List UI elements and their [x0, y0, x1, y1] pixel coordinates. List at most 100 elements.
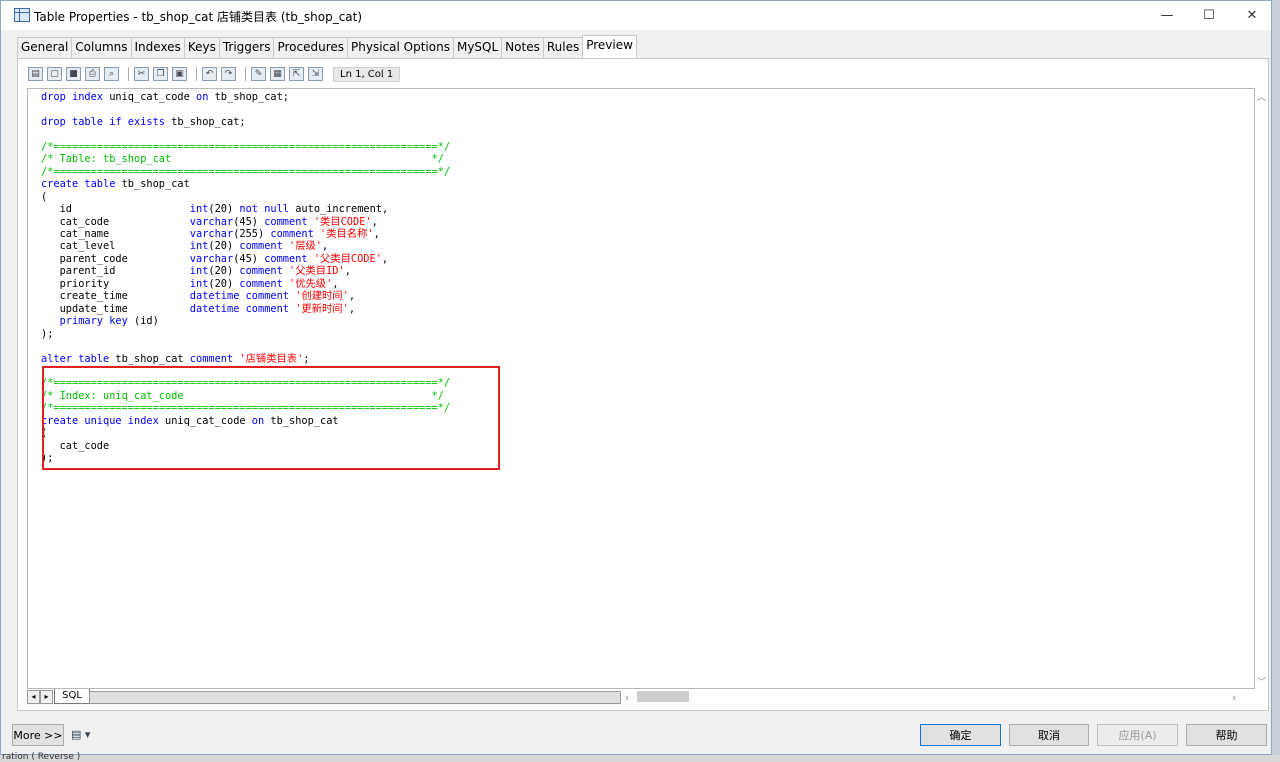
code-line: /* Table: tb_shop_cat */ [41, 153, 444, 165]
horizontal-scroll-thumb[interactable] [637, 691, 689, 702]
window-title: Table Properties - tb_shop_cat 店铺类目表 (tb… [34, 10, 363, 24]
property-tabs: General Columns Indexes Keys Triggers Pr… [17, 35, 637, 59]
code-line: ( [41, 191, 47, 203]
tab-notes[interactable]: Notes [501, 37, 544, 59]
scroll-right-icon[interactable]: › [1232, 691, 1236, 704]
code-token: auto_increment, [289, 203, 389, 216]
code-line: drop index uniq_cat_code on tb_shop_cat; [41, 91, 289, 103]
code-token: create_time [41, 290, 190, 303]
vertical-scrollbar[interactable]: ︿ ﹀ [1255, 88, 1267, 689]
properties-menu-icon[interactable]: ▤ ▾ [71, 728, 90, 741]
code-token: , [348, 302, 356, 315]
scroll-up-icon[interactable]: ︿ [1257, 90, 1266, 103]
code-token: int [189, 265, 209, 278]
tab-physical-options[interactable]: Physical Options [347, 37, 454, 59]
code-line: id int(20) not null auto_increment, [41, 203, 389, 216]
code-line: alter table tb_shop_cat comment '店铺类目表'; [41, 353, 310, 365]
code-line: /*======================================… [41, 166, 450, 178]
maximize-button[interactable]: ☐ [1186, 1, 1232, 30]
sheet-prev-icon[interactable]: ◂ [27, 690, 40, 704]
tab-indexes[interactable]: Indexes [130, 37, 185, 59]
minimize-button[interactable]: — [1144, 1, 1190, 30]
code-token: priority [41, 277, 190, 290]
export-icon[interactable]: ⇱ [289, 67, 304, 81]
sheet-tab-sql[interactable]: SQL [54, 689, 90, 704]
code-token: /*======================================… [41, 140, 451, 153]
find-icon[interactable]: ⌕ [104, 67, 119, 81]
code-token: varchar [189, 215, 234, 228]
cursor-position: Ln 1, Col 1 [333, 66, 401, 82]
code-token: comment [189, 352, 234, 365]
scroll-left-icon[interactable]: ‹ [625, 691, 629, 704]
code-token: datetime [189, 290, 240, 303]
undo-icon[interactable]: ↶ [202, 67, 217, 81]
sql-preview-editor[interactable]: drop index uniq_cat_code on tb_shop_cat;… [27, 88, 1255, 689]
code-token: (20) [208, 277, 240, 290]
code-token: , [332, 277, 339, 290]
tab-general[interactable]: General [17, 37, 73, 59]
code-token: '创建时间' [295, 290, 349, 303]
ok-button[interactable]: 确定 [920, 724, 1001, 746]
code-token: int [189, 277, 209, 290]
code-line: drop table if exists tb_shop_cat; [41, 116, 246, 128]
code-token: /*======================================… [41, 165, 451, 178]
tab-rules[interactable]: Rules [542, 37, 584, 59]
code-token: comment [245, 302, 290, 315]
cancel-button[interactable]: 取消 [1009, 724, 1089, 746]
preview-toolbar: ▤ ▢ ■ ⎙ ⌕ ✂ ❐ ▣ ↶ ↷ ✎ ▦ ⇱ ⇲ Ln 1, Col 1 [28, 65, 401, 83]
table-properties-window: Table Properties - tb_shop_cat 店铺类目表 (tb… [0, 0, 1272, 755]
toolbar-separator [245, 67, 246, 81]
save-icon[interactable]: ■ [66, 67, 81, 81]
redo-icon[interactable]: ↷ [221, 67, 236, 81]
code-token: tb_shop_cat; [208, 91, 289, 103]
index-highlight-box [42, 366, 500, 470]
import-icon[interactable]: ⇲ [308, 67, 323, 81]
code-token: update_time [41, 302, 190, 315]
apply-button[interactable]: 应用(A) [1097, 724, 1178, 746]
code-token: varchar [189, 252, 234, 265]
code-token: '店铺类目表' [239, 352, 304, 365]
more-button[interactable]: More >> [12, 724, 64, 746]
cut-icon[interactable]: ✂ [134, 67, 149, 81]
code-token: ; [303, 352, 310, 365]
code-line: cat_code varchar(45) comment '类目CODE', [41, 216, 378, 228]
tab-mysql[interactable]: MySQL [452, 37, 503, 59]
copy-icon[interactable]: ❐ [153, 67, 168, 81]
code-line: create_time datetime comment '创建时间', [41, 290, 355, 302]
edit-icon[interactable]: ✎ [251, 67, 266, 81]
paste-icon[interactable]: ▣ [172, 67, 187, 81]
scroll-down-icon[interactable]: ﹀ [1257, 675, 1266, 688]
code-token: '优先级' [289, 277, 333, 290]
code-token: , [322, 240, 329, 253]
tab-procedures[interactable]: Procedures [273, 37, 349, 59]
code-token: , [348, 290, 356, 303]
tab-keys[interactable]: Keys [183, 37, 220, 59]
code-line: cat_name varchar(255) comment '类目名称', [41, 228, 380, 240]
code-token: tb_shop_cat; [165, 115, 246, 128]
code-line: /*======================================… [41, 141, 450, 153]
code-token: , [371, 215, 378, 228]
new-icon[interactable]: ▢ [47, 67, 62, 81]
code-token: alter table [41, 352, 110, 365]
code-token: comment [239, 277, 283, 290]
background-window-strip: ration ( Reverse ) [0, 752, 1280, 762]
code-token: on [196, 91, 209, 103]
help-button[interactable]: 帮助 [1186, 724, 1267, 746]
code-line: ); [41, 328, 53, 340]
table-icon[interactable]: ▦ [270, 67, 285, 81]
tab-triggers[interactable]: Triggers [218, 37, 275, 59]
code-token: id [41, 203, 190, 216]
tab-columns[interactable]: Columns [71, 37, 132, 59]
code-token: cat_level [41, 240, 190, 253]
toolbar-separator [128, 67, 129, 81]
properties-icon[interactable]: ▤ [28, 67, 43, 81]
code-line: create table tb_shop_cat [41, 178, 190, 190]
code-token: (20) [208, 203, 240, 216]
background-text: ration ( Reverse ) [2, 752, 81, 762]
tab-preview[interactable]: Preview [582, 35, 637, 59]
code-token: '类目CODE' [313, 215, 372, 228]
print-icon[interactable]: ⎙ [85, 67, 100, 81]
code-token: cat_name [41, 227, 190, 240]
close-button[interactable]: ✕ [1229, 1, 1275, 30]
sheet-next-icon[interactable]: ▸ [40, 690, 53, 704]
